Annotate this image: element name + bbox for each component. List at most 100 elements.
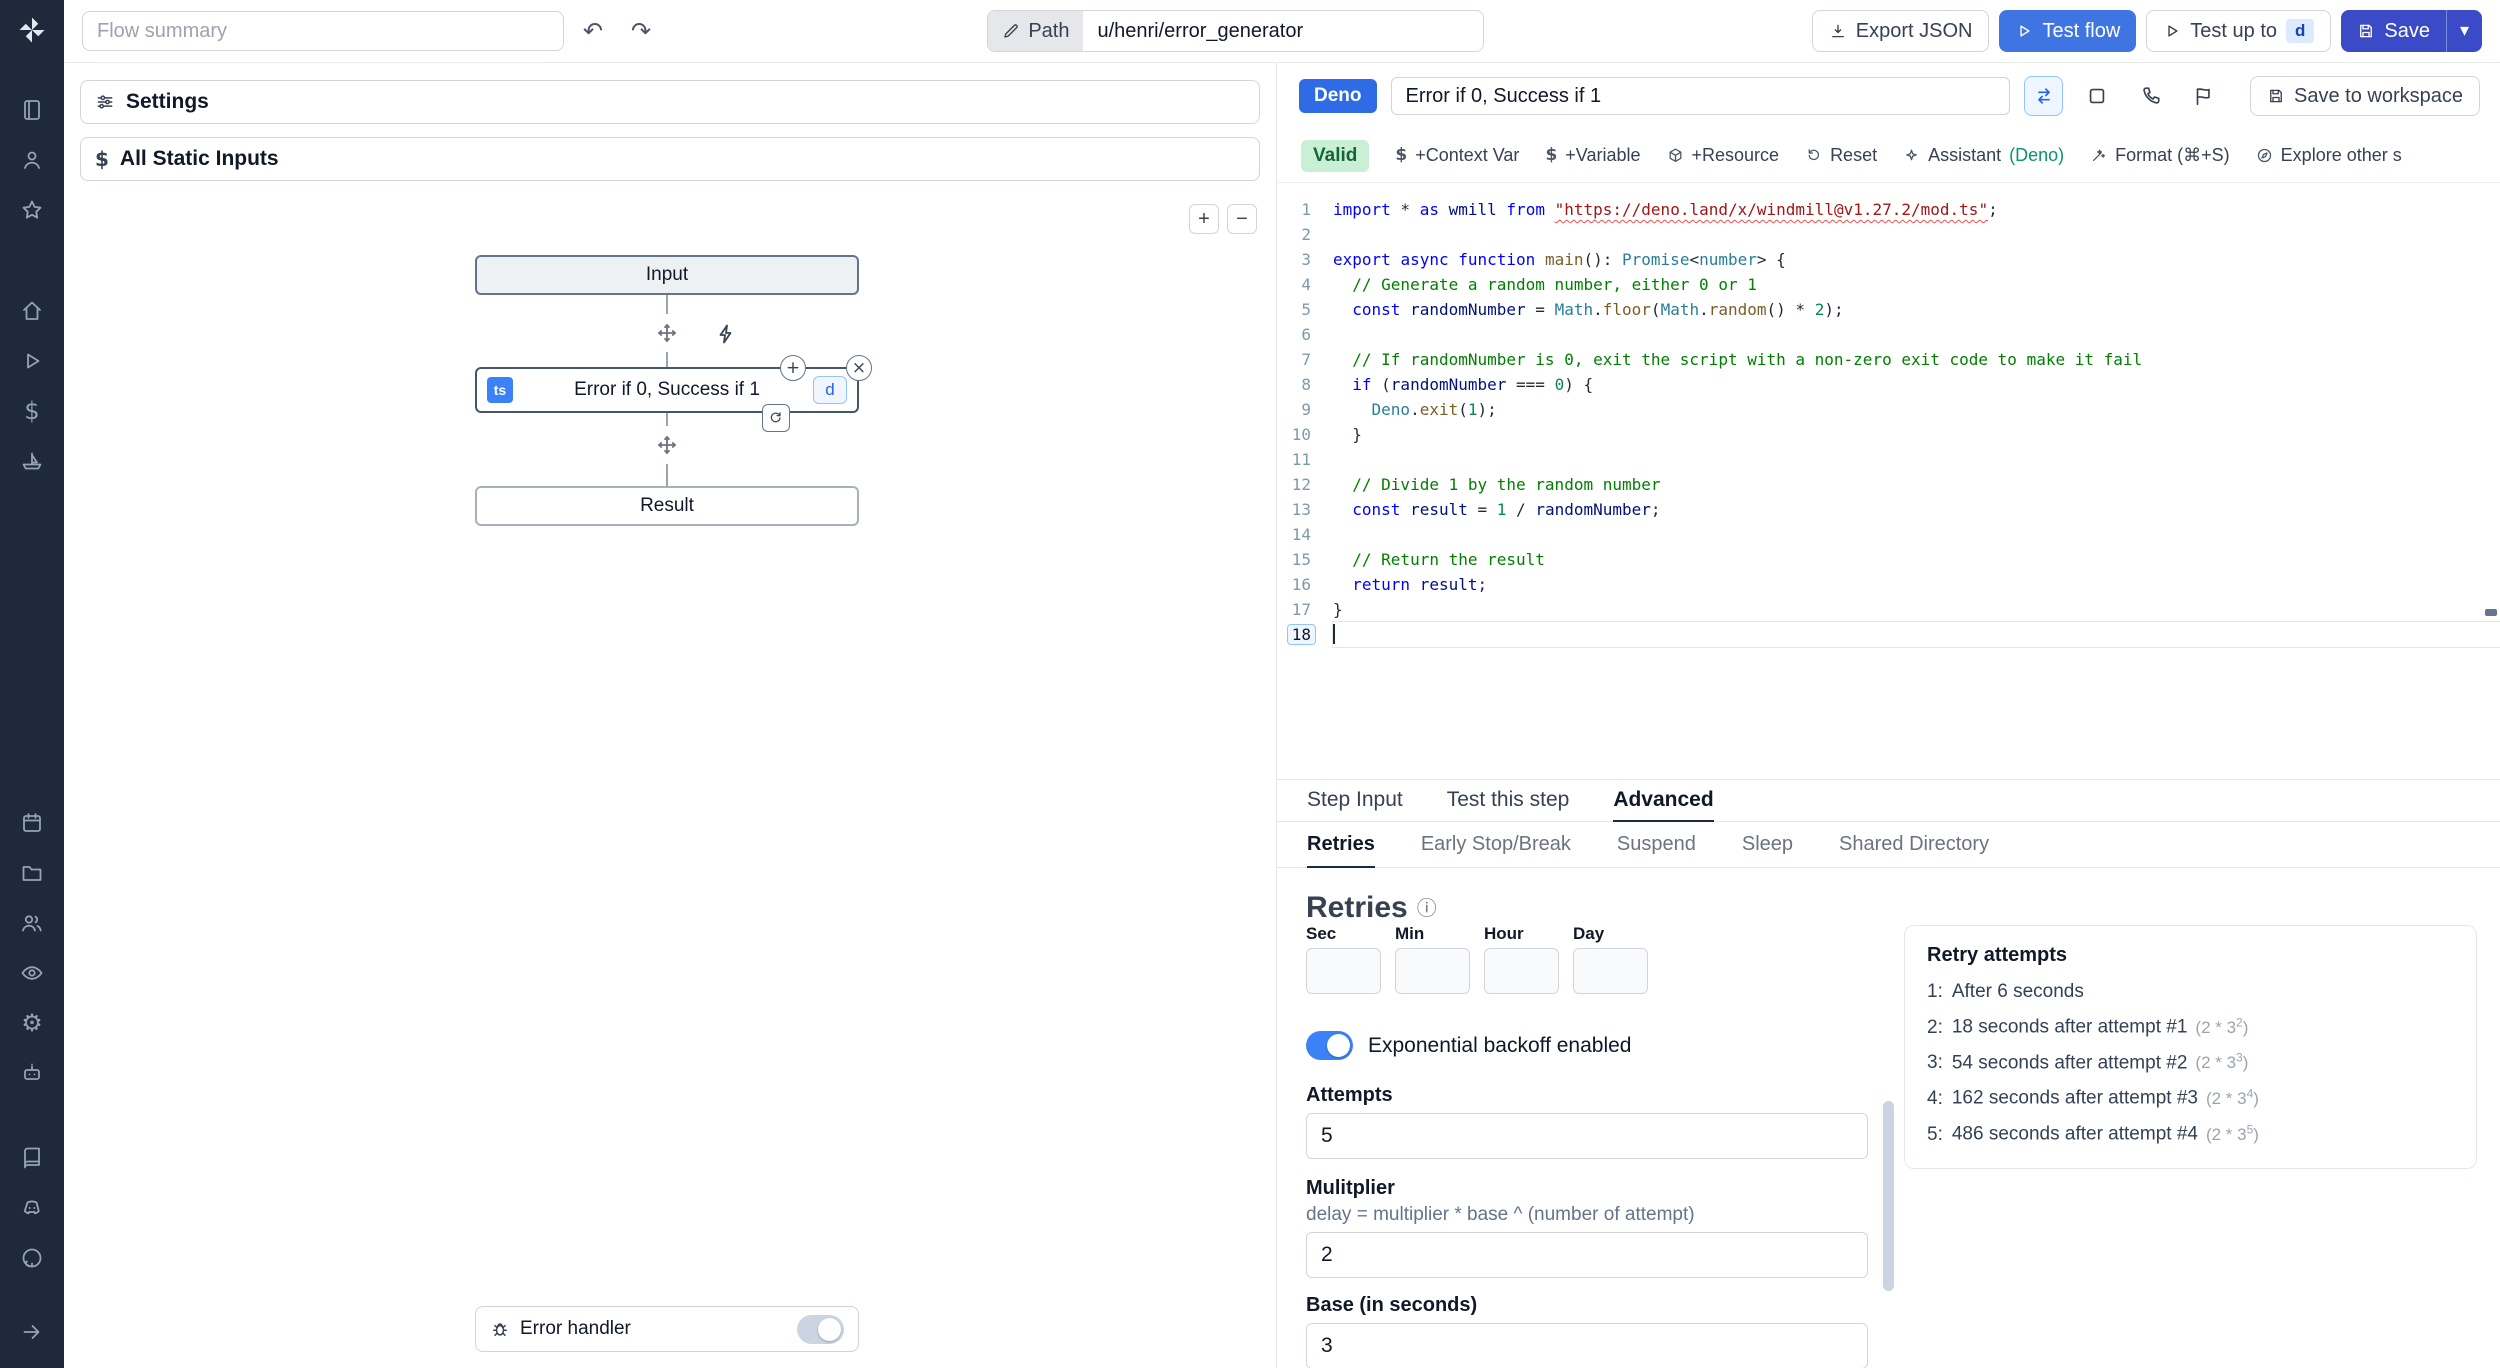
webhook-button[interactable] — [2130, 76, 2169, 116]
retry-day-input[interactable] — [1573, 948, 1648, 994]
tab-advanced[interactable]: Advanced — [1613, 780, 1714, 822]
attempts-input[interactable] — [1306, 1113, 1868, 1159]
code-line-15[interactable]: // Return the result — [1333, 547, 2500, 572]
retry-sec-input[interactable] — [1306, 948, 1381, 994]
sidebar-item-journal[interactable] — [0, 85, 64, 135]
retry-loop-button[interactable] — [762, 404, 790, 432]
subtab-suspend[interactable]: Suspend — [1617, 822, 1696, 868]
scrollbar-thumb[interactable] — [1883, 1101, 1894, 1291]
code-line-13[interactable]: const result = 1 / randomNumber; — [1333, 497, 2500, 522]
dollar-icon: $ — [24, 397, 40, 425]
explore-scripts-button[interactable]: Explore other s — [2256, 145, 2402, 166]
code-line-8[interactable]: if (randomNumber === 0) { — [1333, 372, 2500, 397]
expand-editor-button[interactable] — [2077, 76, 2116, 116]
code-line-18[interactable] — [1332, 621, 2500, 648]
subtab-shared-directory[interactable]: Shared Directory — [1839, 822, 1989, 868]
sidebar-item-play[interactable] — [0, 336, 64, 386]
code-line-5[interactable]: const randomNumber = Math.floor(Math.ran… — [1333, 297, 2500, 322]
subtab-sleep[interactable]: Sleep — [1742, 822, 1793, 868]
sidebar-item-home[interactable] — [0, 286, 64, 336]
test-flow-button[interactable]: Test flow — [1999, 10, 2137, 52]
sidebar-item-folder[interactable] — [0, 848, 64, 898]
exponential-backoff-toggle[interactable] — [1306, 1031, 1353, 1060]
input-node[interactable]: Input — [475, 255, 859, 295]
zoom-in-button[interactable]: + — [1189, 204, 1219, 234]
tab-step-input[interactable]: Step Input — [1307, 780, 1403, 822]
error-handler-toggle[interactable] — [797, 1314, 844, 1344]
sidebar-item-calendar[interactable] — [0, 798, 64, 848]
code-content[interactable]: import * as wmill from "https://deno.lan… — [1323, 197, 2500, 779]
error-handler-bar[interactable]: Error handler — [475, 1306, 859, 1352]
assistant-button[interactable]: Assistant (Deno) — [1903, 145, 2064, 166]
code-line-16[interactable]: return result; — [1333, 572, 2500, 597]
result-node[interactable]: Result — [475, 486, 859, 526]
code-line-17[interactable]: } — [1333, 597, 2500, 622]
sidebar-item-star[interactable] — [0, 185, 64, 235]
reset-button[interactable]: Reset — [1805, 145, 1877, 166]
sidebar-item-users[interactable] — [0, 898, 64, 948]
diff-button[interactable] — [2024, 76, 2064, 116]
export-json-button[interactable]: Export JSON — [1811, 10, 1990, 52]
tab-test-this-step[interactable]: Test this step — [1447, 780, 1570, 822]
subtab-early-stop-break[interactable]: Early Stop/Break — [1421, 822, 1571, 868]
path-input[interactable] — [1083, 11, 1484, 51]
insert-step-move-icon[interactable] — [648, 314, 686, 352]
delete-step-button[interactable]: × — [846, 355, 872, 381]
sidebar-item-boat[interactable] — [0, 436, 64, 486]
code-line-14[interactable] — [1333, 522, 2500, 547]
base-input[interactable] — [1306, 1323, 1868, 1368]
sidebar-item-book[interactable] — [0, 1133, 64, 1183]
boat-icon — [20, 449, 44, 473]
undo-button[interactable]: ↶ — [574, 12, 612, 50]
settings-bar[interactable]: Settings — [80, 80, 1260, 124]
flag-button[interactable] — [2183, 76, 2222, 116]
code-editor[interactable]: 1 2 3 4 5 6 7 8 9 10 11 12 13 14 15 16 17 18 import * as … — [1277, 183, 2500, 779]
sidebar-item-dollar[interactable]: $ — [0, 386, 64, 436]
line-number: 6 — [1301, 325, 1311, 344]
zoom-out-button[interactable]: − — [1227, 204, 1257, 234]
sidebar-expand-button[interactable] — [0, 1307, 64, 1357]
sidebar-item-eye[interactable] — [0, 948, 64, 998]
step-title-input[interactable] — [1390, 77, 2011, 115]
windmill-logo-icon[interactable] — [0, 0, 64, 60]
save-dropdown-button[interactable]: ▾ — [2446, 10, 2482, 52]
format-button[interactable]: Format (⌘+S) — [2090, 145, 2230, 166]
sidebar-item-github[interactable] — [0, 1233, 64, 1283]
add-variable-button[interactable]: $ +Variable — [1545, 145, 1640, 166]
redo-icon: ↷ — [630, 17, 652, 45]
all-static-inputs-bar[interactable]: $ All Static Inputs — [80, 137, 1260, 181]
subtab-retries[interactable]: Retries — [1307, 822, 1375, 868]
code-line-7[interactable]: // If randomNumber is 0, exit the script… — [1333, 347, 2500, 372]
save-to-workspace-button[interactable]: Save to workspace — [2250, 76, 2481, 116]
sidebar-item-gear[interactable]: ⚙ — [0, 998, 64, 1048]
code-line-1[interactable]: import * as wmill from "https://deno.lan… — [1333, 197, 2500, 222]
redo-button[interactable]: ↷ — [622, 12, 660, 50]
play-icon — [2163, 22, 2181, 40]
flow-summary-input[interactable] — [82, 11, 564, 51]
code-line-4[interactable]: // Generate a random number, either 0 or… — [1333, 272, 2500, 297]
retry-hour-input[interactable] — [1484, 948, 1559, 994]
code-line-9[interactable]: Deno.exit(1); — [1333, 397, 2500, 422]
editor-scrollbar-thumb[interactable] — [2485, 609, 2497, 616]
insert-step-move-icon[interactable] — [648, 426, 686, 464]
code-line-10[interactable]: } — [1333, 422, 2500, 447]
add-context-var-button[interactable]: $ +Context Var — [1395, 145, 1519, 166]
code-line-6[interactable] — [1333, 322, 2500, 347]
add-branch-button[interactable]: + — [780, 355, 806, 381]
sidebar-item-user[interactable] — [0, 135, 64, 185]
trigger-bolt-icon[interactable] — [709, 317, 743, 351]
code-line-12[interactable]: // Divide 1 by the random number — [1333, 472, 2500, 497]
multiplier-input[interactable] — [1306, 1232, 1868, 1278]
retry-min-input[interactable] — [1395, 948, 1470, 994]
info-icon[interactable]: ⓘ — [1417, 898, 1437, 918]
sidebar-item-robot[interactable] — [0, 1048, 64, 1098]
sidebar-item-discord[interactable] — [0, 1183, 64, 1233]
code-line-3[interactable]: export async function main(): Promise<nu… — [1333, 247, 2500, 272]
add-resource-button[interactable]: +Resource — [1667, 145, 1779, 166]
code-line-11[interactable] — [1333, 447, 2500, 472]
save-button[interactable]: Save — [2341, 10, 2446, 52]
code-line-2[interactable] — [1333, 222, 2500, 247]
path-chip[interactable]: Path — [988, 11, 1084, 51]
editor-toolbar: Valid $ +Context Var $ +Variable +Resource Re… — [1277, 129, 2500, 183]
test-up-to-button[interactable]: Test up to d — [2146, 10, 2332, 52]
